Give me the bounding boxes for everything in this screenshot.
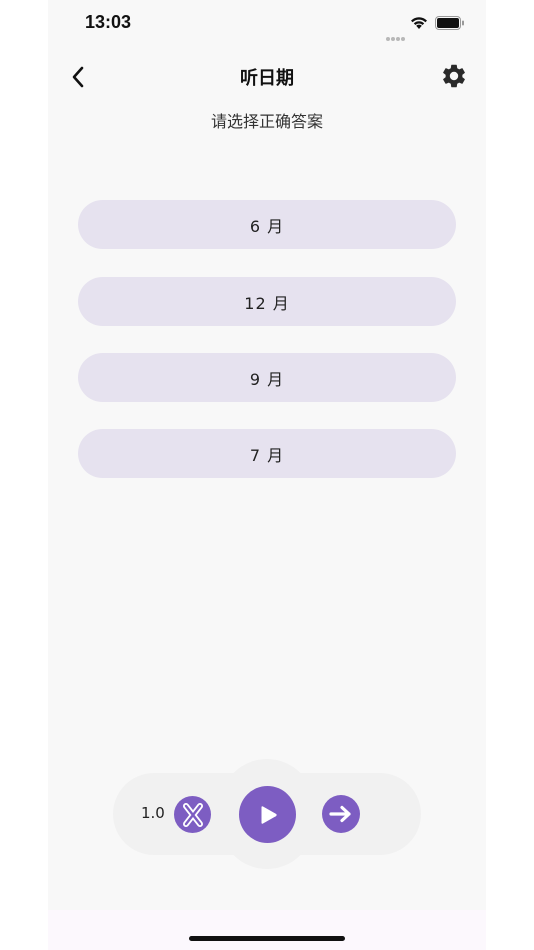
bottom-safe-area (48, 910, 486, 950)
answer-option-label: 12 月 (244, 293, 290, 313)
playback-speed[interactable]: 1.0 (141, 804, 165, 822)
answer-option[interactable]: 6 月 (78, 200, 456, 249)
close-button[interactable] (174, 796, 211, 833)
cellular-signal-icon (386, 26, 406, 45)
play-icon (261, 805, 277, 824)
settings-button[interactable] (440, 62, 468, 90)
answer-option-label: 6 月 (249, 216, 285, 236)
answer-option-label: 9 月 (249, 369, 285, 389)
answer-option-label: 7 月 (249, 445, 285, 465)
answer-option[interactable]: 12 月 (78, 277, 456, 326)
instruction-text: 请选择正确答案 (210, 112, 323, 131)
battery-icon (435, 16, 464, 30)
x-icon (182, 802, 203, 827)
home-indicator[interactable] (189, 936, 345, 941)
status-time: 13:03 (85, 12, 132, 32)
next-button[interactable] (322, 795, 360, 833)
answer-option[interactable]: 7 月 (78, 429, 456, 478)
gear-icon (443, 64, 465, 88)
arrow-right-icon (329, 805, 351, 823)
page-title: 听日期 (240, 68, 294, 89)
play-button[interactable] (239, 786, 296, 843)
app-screen: 13:03 听日期 请选择正确答案 6 月 12 月 9 月 7 月 1.0 (48, 0, 486, 950)
wifi-icon (411, 17, 427, 29)
answer-option[interactable]: 9 月 (78, 353, 456, 402)
